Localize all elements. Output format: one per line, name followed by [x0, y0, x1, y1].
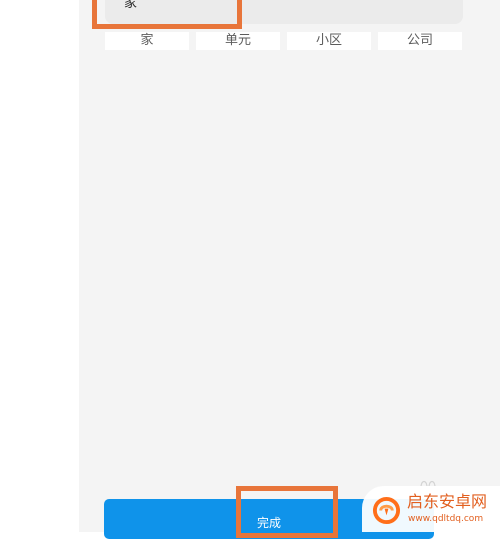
done-highlight-frame	[236, 486, 338, 538]
watermark-url: www.qdltdq.com	[408, 514, 484, 524]
watermark-title: 启东安卓网	[407, 492, 488, 511]
tag-community-button[interactable]: 小区	[287, 32, 371, 50]
edit-label-screen	[79, 0, 500, 532]
input-highlight-frame	[92, 0, 242, 29]
tag-home-button[interactable]: 家	[105, 32, 189, 50]
tag-company-button[interactable]: 公司	[378, 32, 462, 50]
watermark-logo-icon	[372, 496, 401, 525]
tag-unit-button[interactable]: 单元	[196, 32, 280, 50]
